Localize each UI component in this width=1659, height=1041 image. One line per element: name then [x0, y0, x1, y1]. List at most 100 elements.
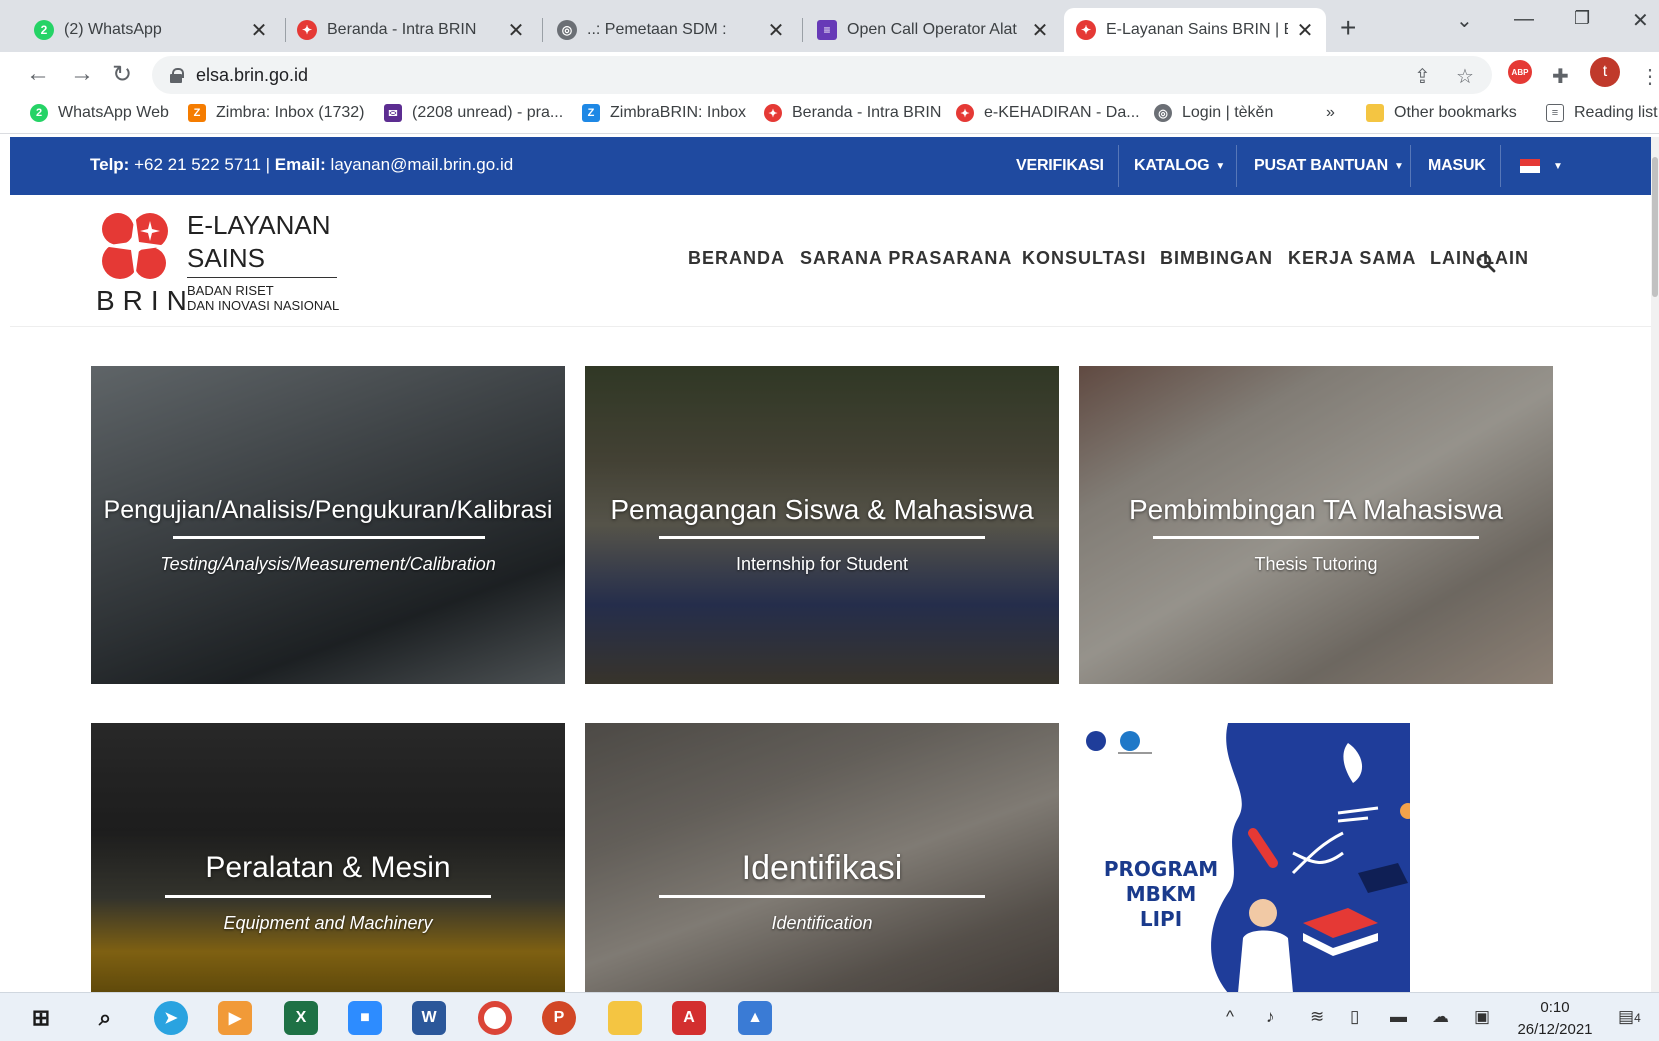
bookmark-beranda[interactable]: ✦ Beranda - Intra BRIN — [764, 104, 941, 122]
lock-icon[interactable] — [170, 68, 184, 83]
tab-whatsapp[interactable]: 2 (2) WhatsApp ✕ — [22, 8, 280, 52]
profile-avatar[interactable]: t — [1590, 57, 1620, 87]
brin-logo-icon[interactable] — [96, 207, 174, 285]
language-dropdown[interactable]: ▼ — [1547, 137, 1563, 195]
tray-expand-icon[interactable]: ^ — [1226, 1007, 1234, 1027]
reading-list[interactable]: ≡ Reading list — [1546, 104, 1658, 122]
bookmark-zimbrabrin[interactable]: Z ZimbraBRIN: Inbox — [582, 104, 746, 122]
service-card-peralatan[interactable]: Peralatan & Mesin Equipment and Machiner… — [91, 723, 565, 992]
bookmark-zimbra[interactable]: Z Zimbra: Inbox (1732) — [188, 104, 365, 122]
acrobat-icon[interactable]: A — [672, 1001, 706, 1035]
tab-title: E-Layanan Sains BRIN | Be — [1106, 21, 1288, 38]
nav-kerja-sama[interactable]: KERJA SAMA — [1288, 248, 1416, 269]
service-card-pemagangan[interactable]: Pemagangan Siswa & Mahasiswa Internship … — [585, 366, 1059, 684]
onedrive-icon[interactable]: ☁ — [1432, 1007, 1449, 1027]
bookmark-mail[interactable]: ✉ (2208 unread) - pra... — [384, 104, 563, 122]
nav-bimbingan[interactable]: BIMBINGAN — [1160, 248, 1273, 269]
zoom-icon[interactable]: ■ — [348, 1001, 382, 1035]
menu-icon[interactable]: ⋮ — [1640, 64, 1659, 89]
zimbra-icon: Z — [582, 104, 600, 122]
volume-icon[interactable]: ♪ — [1266, 1007, 1275, 1027]
service-card-pembimbingan[interactable]: Pembimbingan TA Mahasiswa Thesis Tutorin… — [1079, 366, 1553, 684]
photos-icon[interactable]: ▲ — [738, 1001, 772, 1035]
tab-beranda[interactable]: ✦ Beranda - Intra BRIN ✕ — [285, 8, 537, 52]
nav-konsultasi[interactable]: KONSULTASI — [1022, 248, 1146, 269]
card-subtitle: Equipment and Machinery — [223, 913, 433, 933]
service-card-pengujian[interactable]: Pengujian/Analisis/Pengukuran/Kalibrasi … — [91, 366, 565, 684]
telegram-icon[interactable]: ➤ — [154, 1001, 188, 1035]
clock-time: 0:10 — [1540, 999, 1570, 1016]
topnav-katalog[interactable]: KATALOG ▼ — [1134, 137, 1225, 195]
topnav-pusat-bantuan[interactable]: PUSAT BANTUAN ▼ — [1254, 137, 1404, 195]
language-flag-icon[interactable] — [1520, 159, 1540, 173]
chevron-down-icon: ▼ — [1553, 160, 1563, 172]
forward-icon[interactable]: → — [70, 60, 94, 88]
email-address: layanan@mail.brin.go.id — [325, 155, 514, 174]
page-scrollbar[interactable] — [1651, 137, 1659, 992]
service-card-identifikasi[interactable]: Identifikasi Identification — [585, 723, 1059, 992]
adblock-icon[interactable]: ABP — [1508, 60, 1532, 84]
nav-beranda[interactable]: BERANDA — [688, 248, 785, 269]
brin-icon: ✦ — [1076, 20, 1096, 40]
folder-icon — [1366, 104, 1384, 122]
logo-sub-line-2: DAN INOVASI NASIONAL — [187, 298, 340, 313]
search-icon[interactable]: ⌕ — [88, 1001, 122, 1035]
tab-elayanan[interactable]: ✦ E-Layanan Sains BRIN | Be ✕ — [1064, 8, 1326, 52]
tab-search-icon[interactable]: ⌄ — [1456, 8, 1473, 33]
device-icon[interactable]: ▯ — [1350, 1007, 1359, 1027]
bookmark-kehadiran[interactable]: ✦ e-KEHADIRAN - Da... — [956, 104, 1140, 122]
system-clock[interactable]: 0:10 26/12/2021 — [1505, 997, 1605, 1041]
topnav-label: VERIFIKASI — [1016, 157, 1104, 174]
search-icon[interactable] — [1476, 253, 1496, 273]
topnav-masuk[interactable]: MASUK — [1428, 137, 1486, 195]
chevron-down-icon: ▼ — [1394, 160, 1404, 172]
scrollbar-thumb[interactable] — [1652, 157, 1658, 297]
windows-start-icon[interactable]: ⊞ — [24, 1001, 58, 1035]
battery-icon[interactable]: ▬ — [1390, 1007, 1407, 1027]
topnav-verifikasi[interactable]: VERIFIKASI — [1016, 137, 1104, 195]
logo-brand: BRIN — [96, 285, 195, 316]
nav-sarana-prasarana[interactable]: SARANA PRASARANA — [800, 248, 1012, 269]
back-icon[interactable]: ← — [26, 60, 50, 88]
excel-icon[interactable]: X — [284, 1001, 318, 1035]
close-icon[interactable]: ✕ — [1296, 18, 1314, 43]
card-divider — [173, 536, 485, 539]
close-icon[interactable]: ✕ — [250, 18, 268, 43]
new-tab-button[interactable]: + — [1340, 12, 1356, 44]
promo-line-2: MBKM — [1125, 882, 1197, 906]
site-topbar: Telp: +62 21 522 5711 | Email: layanan@m… — [10, 137, 1651, 195]
zimbra-icon: Z — [188, 104, 206, 122]
tab-open-call[interactable]: ≡ Open Call Operator Alat ✕ — [805, 8, 1061, 52]
card-subtitle: Testing/Analysis/Measurement/Calibration — [160, 554, 496, 574]
bookmark-login[interactable]: ◎ Login | tèkěn — [1154, 104, 1273, 122]
share-icon[interactable]: ⇪ — [1414, 64, 1431, 89]
close-icon[interactable]: ✕ — [1031, 18, 1049, 43]
notifications-icon[interactable]: ▤4 — [1618, 1007, 1641, 1027]
window-close-icon[interactable]: ✕ — [1632, 8, 1649, 33]
close-icon[interactable]: ✕ — [507, 18, 525, 43]
bookmark-whatsapp[interactable]: 2 WhatsApp Web — [30, 104, 169, 122]
restore-icon[interactable]: ❐ — [1574, 8, 1590, 29]
word-icon[interactable]: W — [412, 1001, 446, 1035]
file-explorer-icon[interactable] — [608, 1001, 642, 1035]
close-icon[interactable]: ✕ — [767, 18, 785, 43]
reload-icon[interactable]: ↻ — [112, 60, 132, 89]
topnav-label: PUSAT BANTUAN — [1254, 157, 1388, 174]
other-bookmarks[interactable]: Other bookmarks — [1366, 104, 1517, 122]
chrome-icon[interactable] — [478, 1001, 512, 1035]
promo-banner-mbkm[interactable]: PROGRAM MBKM LIPI — [1078, 723, 1410, 993]
address-bar[interactable]: elsa.brin.go.id — [152, 56, 1492, 94]
wifi-icon[interactable]: ≋ — [1310, 1007, 1324, 1027]
more-bookmarks-button[interactable]: » — [1326, 104, 1335, 122]
display-icon[interactable]: ▣ — [1474, 1007, 1490, 1027]
minimize-icon[interactable]: — — [1514, 8, 1534, 31]
promo-line-1: PROGRAM — [1103, 857, 1219, 881]
logo-divider — [187, 277, 337, 278]
tab-pemetaan[interactable]: ◎ ..: Pemetaan SDM : ✕ — [545, 8, 797, 52]
bookmark-label: WhatsApp Web — [58, 104, 169, 121]
extensions-icon[interactable]: ✚ — [1552, 64, 1569, 89]
topnav-divider — [1118, 145, 1119, 187]
media-player-icon[interactable]: ▶ — [218, 1001, 252, 1035]
bookmark-star-icon[interactable]: ☆ — [1456, 64, 1474, 89]
powerpoint-icon[interactable]: P — [542, 1001, 576, 1035]
